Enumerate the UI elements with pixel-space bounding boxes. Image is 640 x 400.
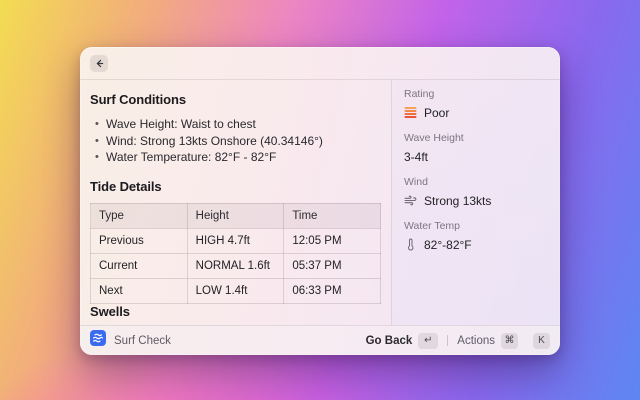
signal-bars-icon — [404, 106, 417, 119]
k-key: K — [533, 333, 550, 349]
column-header-type: Type — [91, 203, 188, 228]
footer-separator — [447, 335, 448, 346]
cell-type: Current — [91, 253, 188, 278]
meta-value: Poor — [424, 106, 449, 120]
command-key-icon: ⌘ — [501, 333, 518, 349]
meta-value: Strong 13kts — [424, 194, 491, 208]
meta-label: Water Temp — [404, 220, 548, 232]
cell-time: 12:05 PM — [284, 228, 381, 253]
go-back-button[interactable]: Go Back ↵ — [366, 333, 439, 349]
meta-label: Rating — [404, 88, 548, 100]
surf-conditions-list: Wave Height: Waist to chest Wind: Strong… — [90, 116, 381, 166]
tide-table-header-row: Type Height Time — [91, 203, 381, 228]
back-arrow-icon — [94, 58, 105, 69]
cell-height: NORMAL 1.6ft — [187, 253, 284, 278]
back-button[interactable] — [90, 55, 108, 72]
meta-group-wind: Wind Strong 13kts — [404, 176, 548, 208]
footer-actions: Go Back ↵ Actions ⌘ K — [366, 333, 550, 349]
cell-type: Next — [91, 278, 188, 303]
action-bar: Surf Check Go Back ↵ Actions ⌘ K — [80, 325, 560, 355]
surf-conditions-title: Surf Conditions — [90, 92, 381, 107]
cell-type: Previous — [91, 228, 188, 253]
app-identity: Surf Check — [90, 330, 171, 351]
actions-label: Actions — [457, 335, 495, 347]
meta-group-wave-height: Wave Height 3-4ft — [404, 132, 548, 164]
table-row: Previous HIGH 4.7ft 12:05 PM — [91, 228, 381, 253]
cell-height: LOW 1.4ft — [187, 278, 284, 303]
metadata-sidebar: Rating Poor W — [392, 80, 560, 325]
window-header — [80, 47, 560, 80]
meta-value: 3-4ft — [404, 150, 428, 164]
surf-check-window: Surf Conditions Wave Height: Waist to ch… — [80, 47, 560, 355]
cell-time: 06:33 PM — [284, 278, 381, 303]
column-header-time: Time — [284, 203, 381, 228]
return-key-icon: ↵ — [418, 333, 438, 349]
meta-label: Wave Height — [404, 132, 548, 144]
wind-icon — [404, 194, 417, 207]
table-row: Next LOW 1.4ft 06:33 PM — [91, 278, 381, 303]
meta-group-water-temp: Water Temp 82°-82°F — [404, 220, 548, 252]
app-name: Surf Check — [114, 335, 171, 347]
actions-button[interactable]: Actions ⌘ K — [457, 333, 550, 349]
tide-table: Type Height Time Previous HIGH 4.7ft 12:… — [90, 203, 381, 304]
desktop-background: Surf Conditions Wave Height: Waist to ch… — [0, 0, 640, 400]
go-back-label: Go Back — [366, 335, 413, 347]
tide-details-title: Tide Details — [90, 179, 381, 194]
thermometer-icon — [404, 238, 417, 251]
list-item: Wind: Strong 13kts Onshore (40.34146°) — [90, 133, 381, 150]
meta-group-rating: Rating Poor — [404, 88, 548, 120]
window-content: Surf Conditions Wave Height: Waist to ch… — [80, 80, 560, 325]
list-item: Wave Height: Waist to chest — [90, 116, 381, 133]
table-row: Current NORMAL 1.6ft 05:37 PM — [91, 253, 381, 278]
surf-check-app-icon — [90, 330, 106, 351]
detail-markdown-pane: Surf Conditions Wave Height: Waist to ch… — [80, 80, 391, 325]
cell-height: HIGH 4.7ft — [187, 228, 284, 253]
meta-value: 82°-82°F — [424, 238, 472, 252]
cell-time: 05:37 PM — [284, 253, 381, 278]
meta-label: Wind — [404, 176, 548, 188]
column-header-height: Height — [187, 203, 284, 228]
swells-title: Swells — [90, 304, 381, 319]
list-item: Water Temperature: 82°F - 82°F — [90, 149, 381, 166]
